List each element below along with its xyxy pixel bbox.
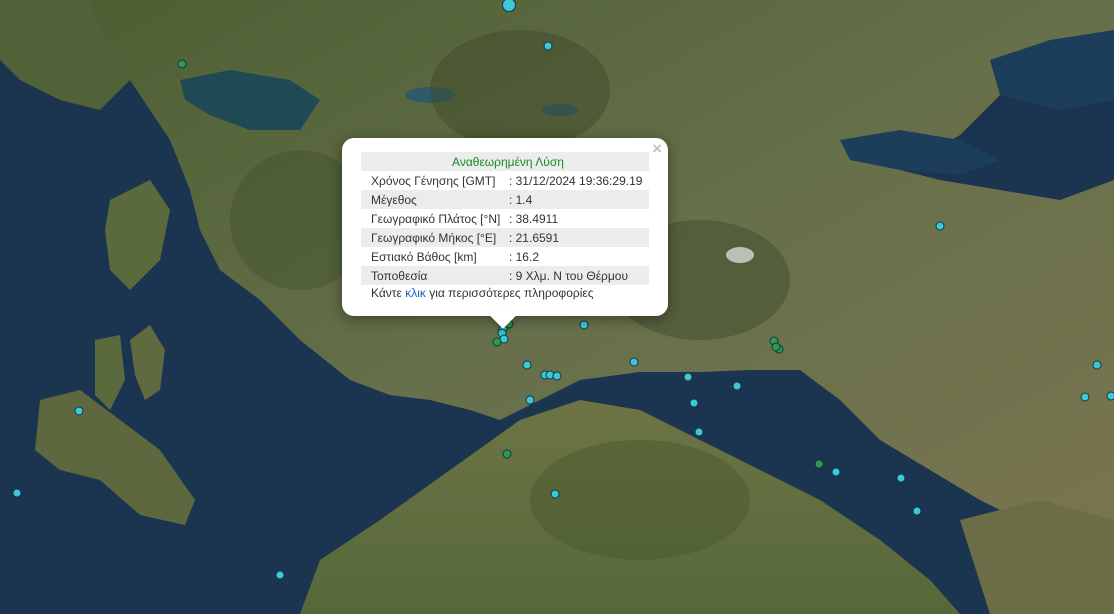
detail-label: Γεωγραφικό Πλάτος [°N] [371, 211, 501, 226]
earthquake-details-table: Αναθεωρημένη Λύση Χρόνος Γένησης [GMT] :… [361, 152, 649, 285]
earthquake-marker[interactable] [1092, 360, 1102, 370]
detail-row-latitude: Γεωγραφικό Πλάτος [°N] : 38.4911 [361, 209, 649, 228]
detail-label: Τοποθεσία [361, 266, 507, 285]
earthquake-marker[interactable] [831, 467, 841, 477]
detail-label: Μέγεθος [361, 190, 507, 209]
earthquake-marker[interactable] [814, 459, 824, 469]
earthquake-marker[interactable] [771, 342, 781, 352]
earthquake-marker[interactable] [689, 398, 699, 408]
earthquake-marker[interactable] [275, 570, 285, 580]
popup-header: Αναθεωρημένη Λύση [361, 152, 649, 171]
earthquake-marker[interactable] [522, 360, 532, 370]
earthquake-marker[interactable] [935, 221, 945, 231]
detail-row-depth: Εστιακό Βάθος [km] : 16.2 [361, 247, 649, 266]
earthquake-info-popup: × Αναθεωρημένη Λύση Χρόνος Γένησης [GMT]… [342, 138, 668, 329]
earthquake-marker[interactable] [896, 473, 906, 483]
earthquake-marker[interactable] [1080, 392, 1090, 402]
earthquake-marker[interactable] [502, 449, 512, 459]
earthquake-marker[interactable] [683, 372, 693, 382]
more-info-link[interactable]: κλικ [405, 286, 426, 300]
earthquake-marker[interactable] [525, 395, 535, 405]
detail-value: : 21.6591 [506, 228, 649, 247]
more-info-prefix: Κάντε [371, 286, 406, 300]
detail-value: : 9 Χλμ. Ν του Θέρμου [506, 266, 649, 285]
detail-label: Χρόνος Γένησης [GMT] [371, 173, 496, 188]
detail-value: : 31/12/2024 19:36:29.19 [508, 173, 643, 188]
earthquake-marker[interactable] [629, 357, 639, 367]
earthquake-marker[interactable] [12, 488, 22, 498]
detail-row-location: Τοποθεσία : 9 Χλμ. Ν του Θέρμου [361, 266, 649, 285]
earthquake-marker[interactable] [1106, 391, 1114, 401]
detail-label: Γεωγραφικό Μήκος [°E] [361, 228, 507, 247]
detail-row-longitude: Γεωγραφικό Μήκος [°E] : 21.6591 [361, 228, 649, 247]
earthquake-marker[interactable] [912, 506, 922, 516]
detail-value: : 38.4911 [508, 211, 559, 226]
earthquake-marker[interactable] [732, 381, 742, 391]
satellite-map[interactable]: × Αναθεωρημένη Λύση Χρόνος Γένησης [GMT]… [0, 0, 1114, 614]
earthquake-marker[interactable] [579, 320, 589, 330]
earthquake-marker[interactable] [492, 337, 502, 347]
earthquake-marker[interactable] [74, 406, 84, 416]
earthquake-marker[interactable] [550, 489, 560, 499]
detail-value: : 1.4 [506, 190, 649, 209]
detail-row-magnitude: Μέγεθος : 1.4 [361, 190, 649, 209]
detail-row-origin-time: Χρόνος Γένησης [GMT] : 31/12/2024 19:36:… [361, 171, 649, 190]
earthquake-marker[interactable] [543, 41, 553, 51]
close-icon[interactable]: × [652, 140, 662, 158]
detail-label: Εστιακό Βάθος [km] [371, 249, 477, 264]
earthquake-marker[interactable] [694, 427, 704, 437]
popup-header-row: Αναθεωρημένη Λύση [361, 152, 649, 171]
detail-value: : 16.2 [508, 249, 539, 264]
earthquake-marker[interactable] [177, 59, 187, 69]
earthquake-marker[interactable] [552, 371, 562, 381]
more-info-suffix: για περισσότερες πληροφορίες [425, 286, 594, 300]
more-info-text: Κάντε κλικ για περισσότερες πληροφορίες [371, 286, 594, 300]
